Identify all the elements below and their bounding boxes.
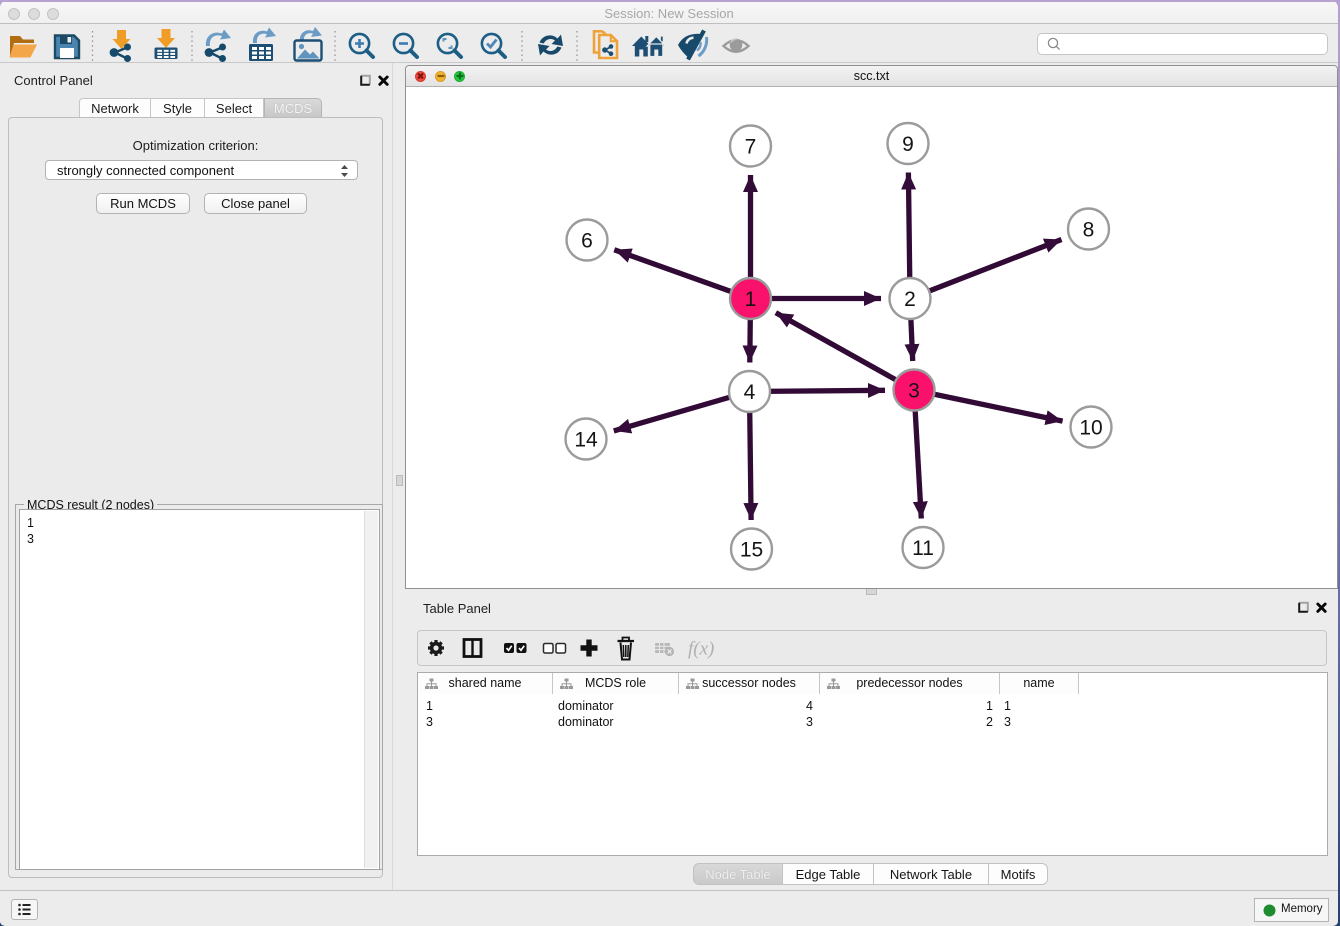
svg-text:f(x): f(x) bbox=[688, 639, 714, 660]
svg-text:11: 11 bbox=[912, 537, 934, 560]
svg-text:1: 1 bbox=[745, 288, 757, 311]
svg-text:8: 8 bbox=[1083, 219, 1095, 242]
svg-text:6: 6 bbox=[581, 230, 593, 253]
svg-text:15: 15 bbox=[740, 539, 763, 562]
svg-text:2: 2 bbox=[904, 288, 916, 311]
svg-text:10: 10 bbox=[1079, 417, 1102, 440]
svg-text:7: 7 bbox=[745, 136, 757, 159]
svg-text:9: 9 bbox=[902, 133, 914, 156]
svg-text:14: 14 bbox=[574, 429, 598, 452]
svg-text:4: 4 bbox=[744, 381, 756, 404]
svg-text:3: 3 bbox=[908, 380, 920, 403]
